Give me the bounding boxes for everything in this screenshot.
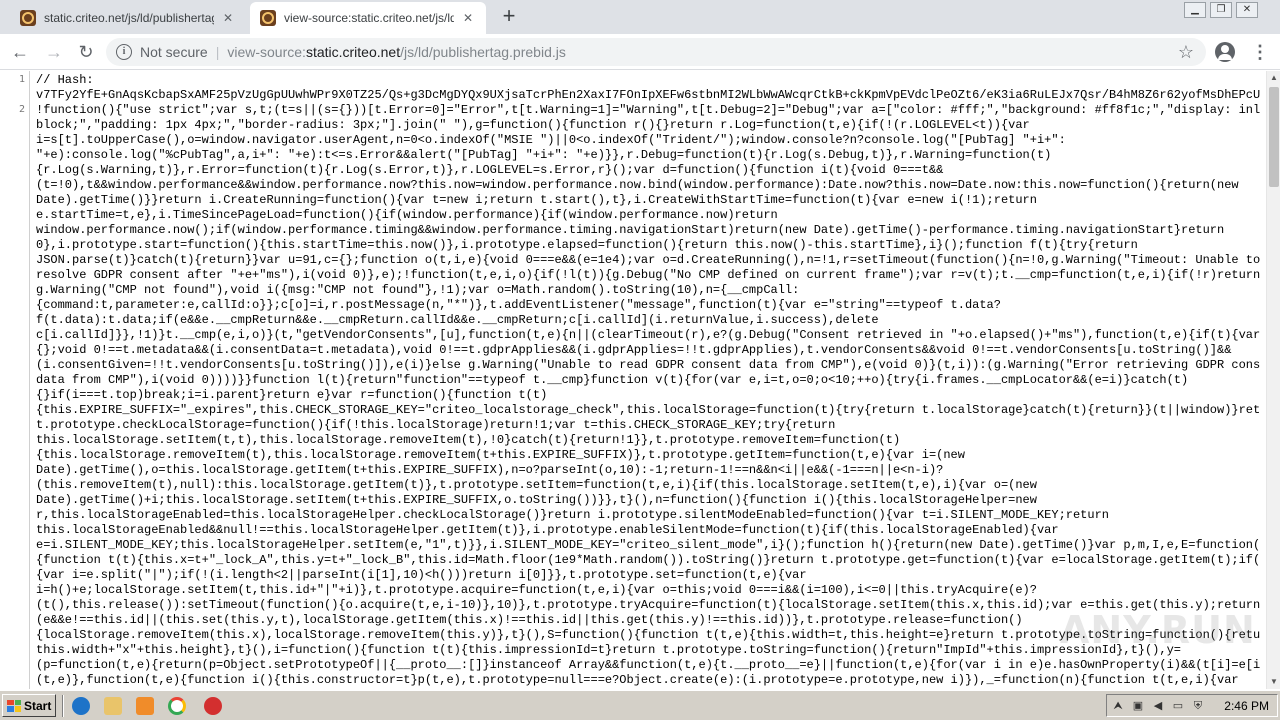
scroll-up-icon[interactable]: ▲ [1267, 71, 1280, 85]
code-line: {};void 0!==t.metadata&&(i.consentData=t… [36, 343, 1232, 357]
code-line: i=s[t].toUpperCase(),o=window.navigator.… [36, 133, 1066, 147]
back-button[interactable]: ← [8, 40, 32, 64]
info-icon[interactable]: i [116, 44, 132, 60]
reload-button[interactable]: ↻ [74, 40, 98, 64]
bookmark-star-icon[interactable]: ☆ [1176, 40, 1196, 64]
code-line: block;","padding: 1px 4px;","border-radi… [36, 118, 1030, 132]
line-number: 2 [18, 104, 25, 115]
tab-view-source[interactable]: view-source:static.criteo.net/js/ld/p ✕ [250, 2, 486, 34]
security-label[interactable]: Not secure [140, 44, 208, 60]
minimize-button[interactable]: ▁ [1184, 2, 1206, 18]
code-line: // Hash: [36, 73, 94, 87]
address-bar[interactable]: i Not secure | view-source: static.criteo… [106, 38, 1206, 66]
chrome-icon[interactable] [168, 697, 186, 715]
criteo-favicon-icon [260, 10, 276, 26]
code-line: 0},i.prototype.start=function(){this.sta… [36, 238, 1138, 252]
code-line: e=i.SILENT_MODE_KEY;this.localStorageHel… [36, 538, 1260, 552]
code-line: JSON.parse(t)}catch(t){return}}var u=91,… [36, 253, 1260, 267]
code-line: Date).getTime(),o=this.localStorage.getI… [36, 463, 944, 477]
media-player-icon[interactable] [136, 697, 154, 715]
code-line: {function t(t){this.x=t+"_lock_A",this.y… [36, 553, 1260, 567]
code-line: !function(){"use strict";var s,t;(t=s||(… [36, 103, 1260, 117]
code-line: "+e):console.log("%cPubTag",a,i+": "+e):… [36, 148, 1052, 162]
clock: 2:46 PM [1224, 699, 1269, 713]
code-line: v7TFy2YfE+GnAqsKcbapSxAMF25pVzUgGpUUwhWP… [36, 88, 1260, 102]
code-line: {this.localStorage.removeItem(t),this.lo… [36, 448, 965, 462]
tray-arrow-icon[interactable]: ⮝ [1111, 699, 1125, 713]
code-line: Date).getTime()}}return i.CreateRunning=… [36, 193, 1037, 207]
code-line: (t=!0),t&&window.performance&&window.per… [36, 178, 1239, 192]
start-label: Start [24, 698, 52, 713]
code-line: c[i.callId]}},!1)}t.__cmp(e,i,o)}(t,"get… [36, 328, 1260, 342]
taskbar: Start ⮝ ▣ ◀ ▭ ⛨ 2:46 PM [0, 690, 1280, 720]
restore-button[interactable]: ❐ [1210, 2, 1232, 18]
url-path: /js/ld/publishertag.prebid.js [400, 44, 566, 60]
code-line: r,this.localStorageEnabled=this.localSto… [36, 508, 1109, 522]
new-tab-button[interactable]: + [498, 5, 520, 28]
close-tab-icon[interactable]: ✕ [460, 10, 476, 26]
close-window-button[interactable]: ✕ [1236, 2, 1258, 18]
system-tray: ⮝ ▣ ◀ ▭ ⛨ 2:46 PM [1106, 694, 1278, 717]
browser-toolbar: ← → ↻ i Not secure | view-source: static.… [0, 34, 1280, 70]
code-line: (t,e)},function(t,e){function i(){this.c… [36, 673, 1239, 687]
tab-publishertag[interactable]: static.criteo.net/js/ld/publishertag.p ✕ [10, 2, 246, 34]
windows-logo-icon [7, 699, 21, 712]
separator: | [215, 44, 220, 60]
url-host: static.criteo.net [305, 44, 401, 60]
menu-kebab-icon[interactable]: ⋮ [1250, 42, 1270, 62]
code-line: {}if(i===t.top)break;i=i.parent}return e… [36, 388, 548, 402]
display-icon[interactable]: ▭ [1171, 699, 1185, 713]
code-line: (i.consentGiven=!!t.vendorConsents[u.toS… [36, 358, 1260, 372]
code-line: t.prototype.checkLocalStorage=function()… [36, 418, 836, 432]
line-number-gutter: 1 2 [0, 71, 30, 689]
start-button[interactable]: Start [2, 694, 56, 717]
code-line: (this.removeItem(t),null):this.localStor… [36, 478, 1037, 492]
code-line: {command:t,parameter:e,callId:o}};c[o]=i… [36, 298, 1001, 312]
url-scheme: view-source: [227, 44, 306, 60]
code-line: f(t.data):t.data;if(e&&e.__cmpReturn&&e.… [36, 313, 879, 327]
forward-button[interactable]: → [42, 40, 66, 64]
code-line: data from CMP"),i(void 0))))}}function l… [36, 373, 1189, 387]
network-icon[interactable]: ▣ [1131, 699, 1145, 713]
account-icon[interactable] [1215, 42, 1235, 62]
code-line: {var i=e.split("|");if(!(i.length<2||par… [36, 568, 807, 582]
code-line: resolve GDPR consent after "+e+"ms"),i(v… [36, 268, 1260, 282]
code-line: Date).getTime()+i;this.localStorage.setI… [36, 493, 1037, 507]
code-line: {r.Log(s.Warning,t)},r.Error=function(t)… [36, 163, 944, 177]
code-line: this.localStorage.setItem(t,t),this.loca… [36, 433, 901, 447]
line-number: 1 [18, 74, 25, 85]
vertical-scrollbar[interactable]: ▲ ▼ [1266, 71, 1280, 689]
source-view: 1 2 // Hash: v7TFy2YfE+GnAqsKcbapSxAMF25p… [0, 71, 1266, 689]
source-code: // Hash: v7TFy2YfE+GnAqsKcbapSxAMF25pVzUg… [36, 73, 1260, 688]
code-line: i=h()+e;localStorage.setItem(t,this.id+"… [36, 583, 1037, 597]
tab-title: view-source:static.criteo.net/js/ld/p [284, 11, 454, 25]
code-line: (p=function(t,e){return(p=Object.setProt… [36, 658, 1260, 672]
code-line: e.startTime=t,e},i.TimeSincePageLoad=fun… [36, 208, 778, 222]
close-tab-icon[interactable]: ✕ [220, 10, 236, 26]
scrollbar-thumb[interactable] [1269, 87, 1279, 187]
code-line: window.performance.now();if(window.perfo… [36, 223, 1225, 237]
code-line: {this.EXPIRE_SUFFIX="_expires",this.CHEC… [36, 403, 1260, 417]
code-line: this.localStorageEnabled&&null!==this.lo… [36, 523, 1059, 537]
volume-icon[interactable]: ◀ [1151, 699, 1165, 713]
alert-icon[interactable] [204, 697, 222, 715]
anyrun-watermark: ANY.RUN [1060, 608, 1256, 652]
scroll-down-icon[interactable]: ▼ [1267, 675, 1280, 689]
code-line: g.Warning("CMP not found"),void i({msg:"… [36, 283, 800, 297]
security-shield-icon[interactable]: ⛨ [1191, 699, 1205, 713]
taskbar-separator [62, 695, 64, 717]
criteo-favicon-icon [20, 10, 36, 26]
folder-icon[interactable] [104, 697, 122, 715]
tab-title: static.criteo.net/js/ld/publishertag.p [44, 11, 214, 25]
tab-strip: static.criteo.net/js/ld/publishertag.p ✕… [0, 0, 1280, 34]
internet-explorer-icon[interactable] [72, 697, 90, 715]
